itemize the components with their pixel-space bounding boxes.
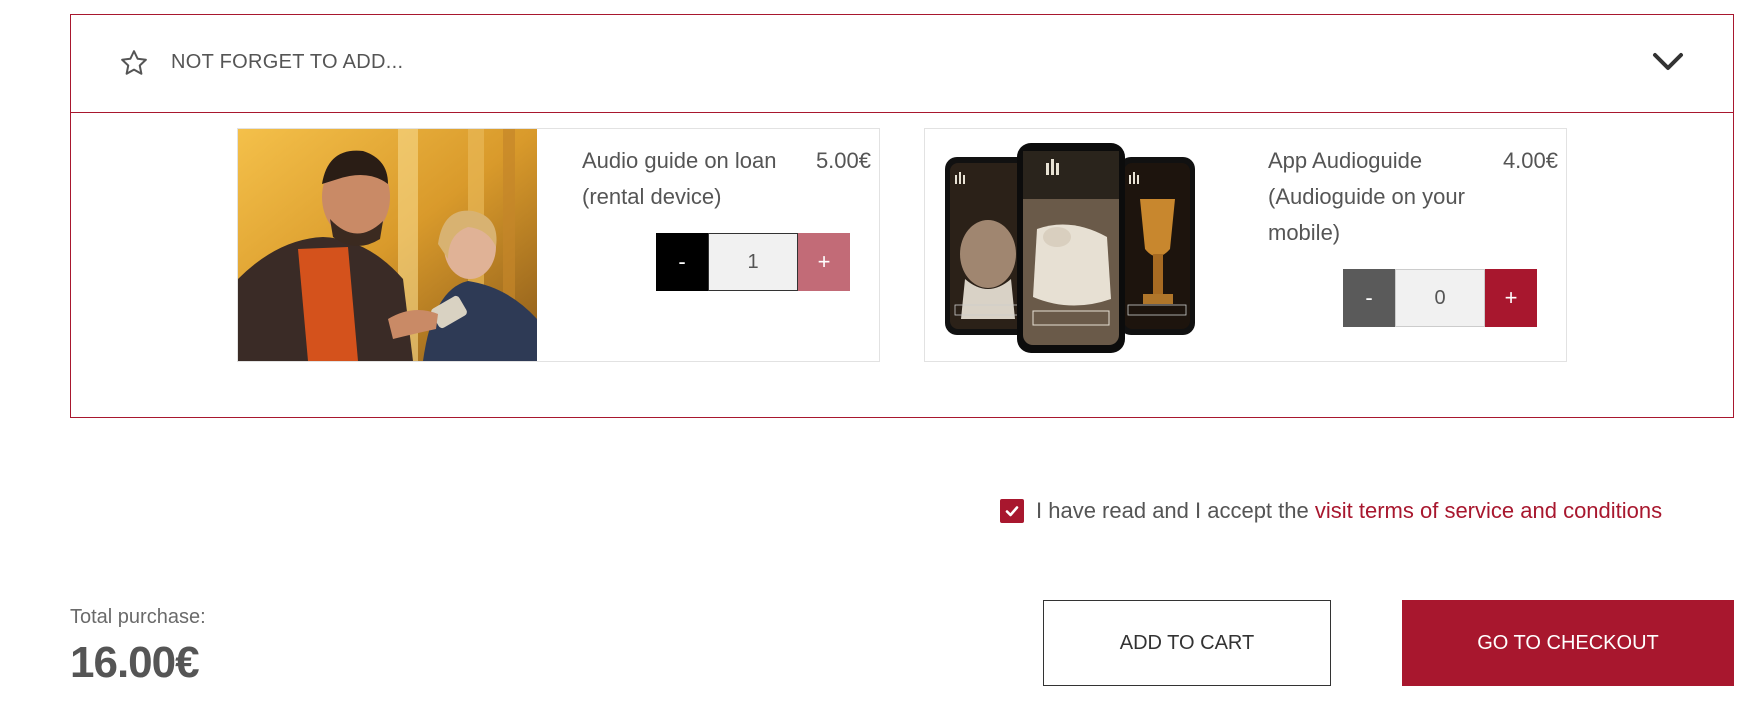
add-to-cart-button[interactable]: ADD TO CART xyxy=(1043,600,1331,686)
quantity-input[interactable] xyxy=(1395,269,1485,327)
product-card-app-audioguide: App Audioguide (Audioguide on your mobil… xyxy=(924,128,1567,362)
terms-acceptance: I have read and I accept the visit terms… xyxy=(1000,496,1662,526)
product-image-visitors xyxy=(238,129,537,361)
increment-button[interactable]: + xyxy=(798,233,850,291)
product-name: Audio guide on loan (rental device) xyxy=(582,148,777,209)
product-image-phones xyxy=(925,129,1215,361)
product-price: 4.00€ xyxy=(1502,148,1558,173)
decrement-button[interactable]: - xyxy=(1343,269,1395,327)
star-outline-icon xyxy=(121,50,147,75)
total-label: Total purchase: xyxy=(70,606,206,628)
terms-checkbox[interactable] xyxy=(1000,499,1024,523)
chevron-down-icon[interactable] xyxy=(1651,49,1685,75)
quantity-stepper: - + xyxy=(1343,269,1537,327)
checkout-button[interactable]: GO TO CHECKOUT xyxy=(1402,600,1734,686)
product-price: 5.00€ xyxy=(815,148,871,173)
total-value: 16.00€ xyxy=(70,638,200,687)
increment-button[interactable]: + xyxy=(1485,269,1537,327)
quantity-stepper: - + xyxy=(656,233,850,291)
terms-link[interactable]: visit terms of service and conditions xyxy=(1315,498,1662,523)
accordion-title: NOT FORGET TO ADD... xyxy=(171,51,404,73)
quantity-input[interactable] xyxy=(708,233,798,291)
decrement-button[interactable]: - xyxy=(656,233,708,291)
terms-label: I have read and I accept the xyxy=(1036,498,1309,523)
accordion-header[interactable]: NOT FORGET TO ADD... xyxy=(71,15,1733,113)
product-card-audio-guide-loan: Audio guide on loan (rental device) 5.00… xyxy=(237,128,880,362)
terms-text: I have read and I accept the visit terms… xyxy=(1036,498,1662,524)
checkmark-icon xyxy=(1005,506,1019,517)
product-name: App Audioguide (Audioguide on your mobil… xyxy=(1268,148,1465,245)
